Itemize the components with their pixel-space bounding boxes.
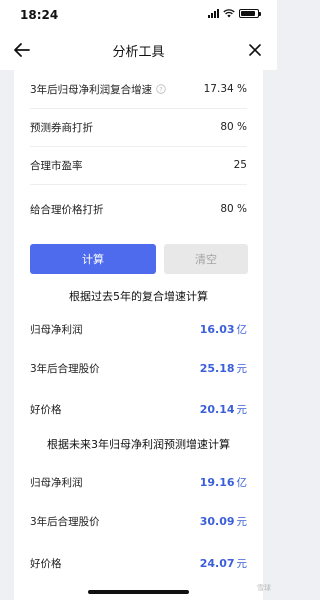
nav-bar: 分析工具 bbox=[0, 30, 277, 70]
result-label: 3年后合理股价 bbox=[30, 362, 100, 375]
result-label: 好价格 bbox=[30, 403, 62, 416]
result-value-group: 24.07 元 bbox=[200, 556, 247, 571]
input-row-price-discount: 给合理价格打折 80 % bbox=[30, 190, 247, 228]
result-row: 3年后合理股价 30.09 元 bbox=[30, 502, 247, 540]
result-value: 20.14 bbox=[199, 402, 235, 416]
home-indicator[interactable] bbox=[88, 590, 189, 594]
result-label: 3年后合理股价 bbox=[30, 515, 100, 528]
wifi-icon bbox=[223, 8, 235, 17]
result-value-group: 16.03 亿 bbox=[200, 322, 247, 337]
pe-ratio-label: 合理市盈率 bbox=[30, 159, 83, 172]
price-discount-value[interactable]: 80 % bbox=[220, 203, 247, 215]
result-value: 24.07 bbox=[199, 556, 235, 570]
help-icon[interactable]: ? bbox=[156, 84, 166, 94]
growth-rate-value[interactable]: 17.34 % bbox=[204, 83, 247, 95]
result-unit: 亿 bbox=[236, 476, 248, 489]
broker-discount-value[interactable]: 80 % bbox=[220, 121, 247, 133]
svg-text:?: ? bbox=[159, 85, 162, 93]
growth-rate-label: 3年后归母净利润复合增速 bbox=[30, 83, 153, 96]
broker-discount-label: 预测券商打折 bbox=[30, 121, 93, 134]
result-value-group: 19.16 亿 bbox=[200, 475, 247, 490]
result-unit: 元 bbox=[236, 557, 248, 570]
result-row: 好价格 24.07 元 bbox=[30, 544, 247, 582]
battery-icon bbox=[239, 8, 261, 18]
result-label: 归母净利润 bbox=[30, 476, 83, 489]
watermark: 雪球 bbox=[257, 584, 271, 592]
section-title-future-growth: 根据未来3年归母净利润预测增速计算 bbox=[47, 438, 230, 451]
input-label: 3年后归母净利润复合增速 ? bbox=[30, 82, 166, 97]
result-value-group: 30.09 元 bbox=[200, 514, 247, 529]
result-label: 好价格 bbox=[30, 557, 62, 570]
result-row: 好价格 20.14 元 bbox=[30, 390, 247, 428]
status-time: 18:24 bbox=[20, 8, 59, 22]
result-value: 16.03 bbox=[199, 322, 235, 336]
result-row: 归母净利润 19.16 亿 bbox=[30, 463, 247, 501]
input-row-broker-discount: 预测券商打折 80 % bbox=[30, 108, 247, 147]
result-value-group: 25.18 元 bbox=[200, 361, 247, 376]
result-value: 30.09 bbox=[199, 514, 235, 528]
status-icons bbox=[208, 8, 261, 18]
result-value: 25.18 bbox=[199, 361, 235, 375]
close-icon[interactable] bbox=[243, 38, 267, 62]
result-unit: 元 bbox=[236, 403, 248, 416]
result-unit: 亿 bbox=[236, 323, 248, 336]
status-bar: 18:24 bbox=[0, 0, 277, 30]
price-discount-label: 给合理价格打折 bbox=[30, 203, 104, 216]
input-row-pe-ratio: 合理市盈率 25 bbox=[30, 146, 247, 185]
result-row: 归母净利润 16.03 亿 bbox=[30, 310, 247, 348]
result-unit: 元 bbox=[236, 362, 248, 375]
clear-button[interactable]: 清空 bbox=[164, 244, 248, 274]
result-value: 19.16 bbox=[199, 475, 235, 489]
result-row: 3年后合理股价 25.18 元 bbox=[30, 349, 247, 387]
input-row-growth-rate: 3年后归母净利润复合增速 ? 17.34 % bbox=[30, 70, 247, 109]
pe-ratio-value[interactable]: 25 bbox=[234, 159, 247, 171]
signal-icon bbox=[208, 8, 219, 18]
analysis-card: 3年后归母净利润复合增速 ? 17.34 % 预测券商打折 80 % 合理市盈率… bbox=[14, 70, 263, 600]
result-label: 归母净利润 bbox=[30, 323, 83, 336]
section-title-past-growth: 根据过去5年的复合增速计算 bbox=[69, 290, 208, 303]
page-title: 分析工具 bbox=[112, 45, 165, 60]
calculate-button[interactable]: 计算 bbox=[30, 244, 156, 274]
result-value-group: 20.14 元 bbox=[200, 402, 247, 417]
result-unit: 元 bbox=[236, 515, 248, 528]
